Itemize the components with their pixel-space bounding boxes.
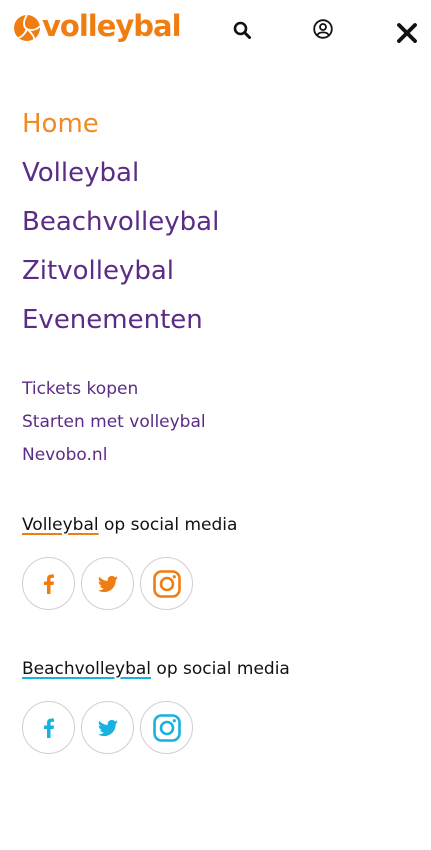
search-button[interactable] (230, 18, 254, 42)
account-button[interactable] (310, 16, 336, 42)
beachvolleybal-social-links (22, 701, 193, 754)
main-nav: Home Volleybal Beachvolleybal Zitvolleyb… (22, 100, 219, 345)
link-starten-met-volleybal[interactable]: Starten met volleybal (22, 406, 206, 439)
nav-item-home[interactable]: Home (22, 100, 219, 149)
instagram-icon (152, 569, 181, 598)
twitter-icon (97, 719, 118, 736)
user-icon (313, 19, 333, 39)
nav-item-zitvolleybal[interactable]: Zitvolleybal (22, 247, 219, 296)
header: volleybal (0, 0, 431, 60)
search-icon (233, 21, 251, 39)
beachvolleybal-social-heading: Beachvolleybal op social media (22, 659, 290, 679)
social-heading-suffix: op social media (151, 659, 290, 679)
link-nevobo[interactable]: Nevobo.nl (22, 439, 206, 472)
secondary-nav: Tickets kopen Starten met volleybal Nevo… (22, 373, 206, 472)
beach-instagram-button[interactable] (140, 701, 193, 754)
logo[interactable]: volleybal (13, 8, 182, 46)
nav-item-beachvolleybal[interactable]: Beachvolleybal (22, 198, 219, 247)
volleyball-logo-icon (14, 14, 41, 41)
beach-twitter-button[interactable] (81, 701, 134, 754)
volleybal-facebook-button[interactable] (22, 557, 75, 610)
beach-facebook-button[interactable] (22, 701, 75, 754)
volleybal-instagram-button[interactable] (140, 557, 193, 610)
twitter-icon (97, 575, 118, 592)
facebook-icon (43, 718, 54, 738)
logo-text: volleybal (42, 8, 182, 43)
nav-item-volleybal[interactable]: Volleybal (22, 149, 219, 198)
facebook-icon (43, 574, 54, 594)
instagram-icon (152, 713, 181, 742)
volleybal-twitter-button[interactable] (81, 557, 134, 610)
beachvolleybal-brand-link[interactable]: Beachvolleybal (22, 659, 151, 679)
volleybal-social-links (22, 557, 193, 610)
close-menu-button[interactable] (392, 18, 422, 48)
volleybal-social-heading: Volleybal op social media (22, 515, 237, 535)
link-tickets-kopen[interactable]: Tickets kopen (22, 373, 206, 406)
nav-item-evenementen[interactable]: Evenementen (22, 296, 219, 345)
close-icon (397, 23, 417, 43)
social-heading-suffix: op social media (98, 515, 238, 535)
volleybal-brand-link[interactable]: Volleybal (22, 515, 99, 535)
